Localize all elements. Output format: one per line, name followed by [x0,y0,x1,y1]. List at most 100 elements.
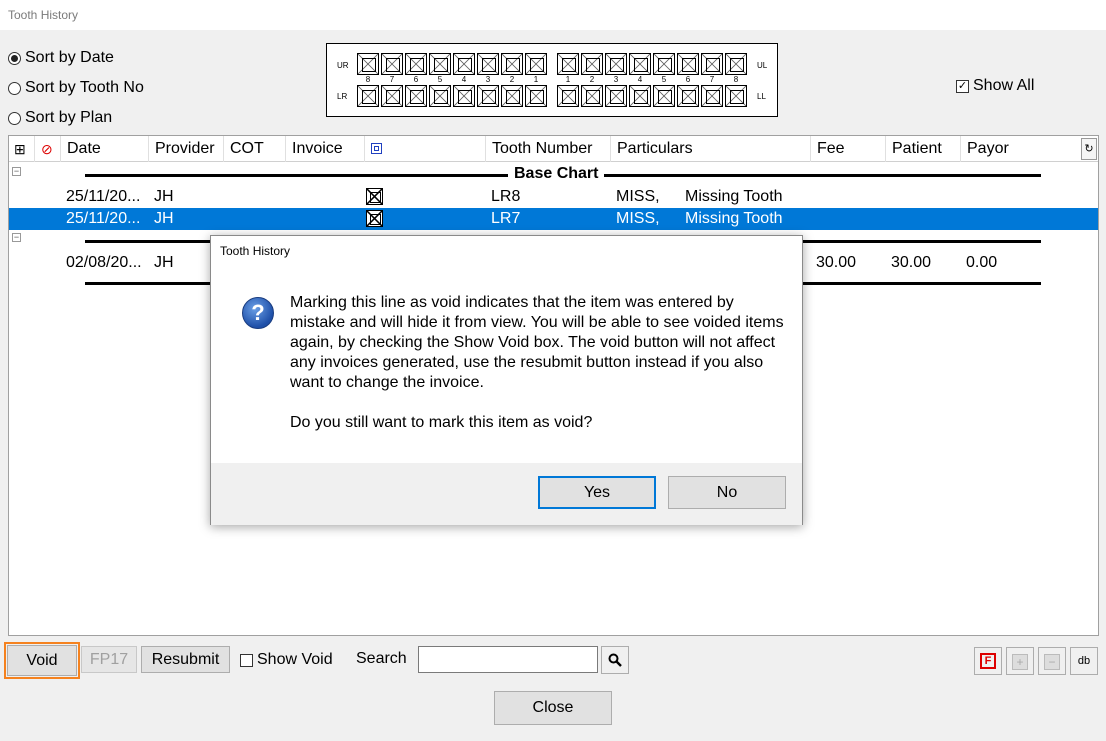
tooth-cell[interactable] [477,53,499,75]
tooth-icon [371,143,382,154]
sort-by-tooth-radio[interactable]: Sort by Tooth No [8,79,144,97]
tooth-cell[interactable] [581,53,603,75]
cell-fee: 30.00 [816,254,857,271]
cell-tooth-number: LR8 [491,188,521,205]
tooth-cell[interactable] [405,53,427,75]
tooth-number-label: 3 [485,75,491,84]
header-particulars[interactable]: Particulars [611,136,811,162]
yes-button[interactable]: Yes [538,476,656,509]
void-confirm-dialog: Tooth History ? Marking this line as voi… [210,235,803,525]
tooth-cell[interactable] [357,53,379,75]
header-cot[interactable]: COT [224,136,286,162]
tooth-cell[interactable] [605,53,627,75]
f-report-icon: F [980,653,996,669]
tooth-cell[interactable] [725,53,747,75]
quadrant-ll-label: LL [757,92,766,101]
header-provider[interactable]: Provider [149,136,224,162]
tooth-cell[interactable] [525,85,547,107]
sort-by-date-radio[interactable]: Sort by Date [8,49,114,67]
close-button[interactable]: Close [494,691,612,725]
tooth-cell[interactable] [725,85,747,107]
tooth-cell[interactable] [653,53,675,75]
sort-by-plan-radio[interactable]: Sort by Plan [8,109,112,127]
radio-selected-icon [8,51,21,65]
cell-description: Missing Tooth [685,210,783,227]
header-patient[interactable]: Patient [886,136,961,162]
tooth-cell[interactable] [429,85,451,107]
tooth-number-label: 5 [661,75,667,84]
tooth-cell[interactable] [477,85,499,107]
cell-payor: 0.00 [966,254,998,271]
tooth-number-label: 5 [437,75,443,84]
tooth-cell[interactable] [557,85,579,107]
tooth-chart[interactable]: UR UL LR LL 8 7 6 5 4 3 2 1 1 2 3 4 5 6 7 8 [326,43,778,117]
header-invoice[interactable]: Invoice [286,136,365,162]
show-all-checkbox[interactable]: ✓ Show All [956,77,1034,95]
header-payor[interactable]: Payor [961,136,1081,162]
resubmit-button[interactable]: Resubmit [141,646,230,673]
tooth-cell[interactable] [357,85,379,107]
db-button[interactable]: db [1070,647,1098,675]
radio-icon [8,81,21,95]
cell-patient: 30.00 [891,254,932,271]
remove-copy-button[interactable]: − [1038,647,1066,675]
show-void-checkbox[interactable]: Show Void [240,651,333,669]
checkbox-icon [240,653,253,667]
tooth-number-label: 1 [565,75,571,84]
void-button[interactable]: Void [7,645,77,676]
cell-date: 02/08/20... [66,254,142,271]
tooth-cell[interactable] [453,53,475,75]
refresh-icon[interactable]: ↻ [1081,138,1097,160]
tooth-cell[interactable] [381,85,403,107]
sort-by-date-label: Sort by Date [25,49,114,66]
collapse-group-icon[interactable]: − [12,233,21,242]
no-button[interactable]: No [668,476,786,509]
tooth-number-label: 4 [461,75,467,84]
dialog-title: Tooth History [220,244,291,258]
tooth-cell[interactable] [677,85,699,107]
cell-date: 25/11/20... [66,188,141,205]
sort-by-plan-label: Sort by Plan [25,109,113,126]
header-tooth-number[interactable]: Tooth Number [486,136,611,162]
cell-provider: JH [154,188,174,205]
tooth-cell[interactable] [501,85,523,107]
tooth-cell[interactable] [629,53,651,75]
tooth-cell[interactable] [677,53,699,75]
show-void-label: Show Void [257,651,333,668]
tooth-cell[interactable] [557,53,579,75]
tooth-cell[interactable] [605,85,627,107]
cell-date: 25/11/20... [66,210,141,227]
tooth-number-label: 6 [413,75,419,84]
tooth-number-label: 3 [613,75,619,84]
dialog-question-text: Do you still want to mark this item as v… [290,414,593,431]
tooth-cell[interactable] [701,85,723,107]
tooth-cell[interactable] [653,85,675,107]
search-input[interactable] [418,646,598,673]
tooth-cell[interactable] [629,85,651,107]
table-row[interactable]: 25/11/20... JH LR8 MISS, Missing Tooth [9,186,1098,208]
tooth-cell[interactable] [581,85,603,107]
add-copy-button[interactable]: + [1006,647,1034,675]
expand-all-icon[interactable]: ⊞ [9,136,35,162]
group-title: Base Chart [508,165,605,183]
cell-tooth-number: LR7 [491,210,521,227]
tooth-cell[interactable] [525,53,547,75]
tooth-cell[interactable] [405,85,427,107]
tooth-number-label: 2 [509,75,515,84]
quadrant-ul-label: UL [757,61,768,70]
tooth-cell[interactable] [429,53,451,75]
fp17-button[interactable]: FP17 [81,646,137,673]
table-row-selected[interactable]: 25/11/20... JH LR7 MISS, Missing Tooth [9,208,1098,230]
search-icon-button[interactable] [601,646,629,674]
header-date[interactable]: Date [61,136,149,162]
tooth-number-label: 1 [533,75,539,84]
tooth-cell[interactable] [381,53,403,75]
f-report-button[interactable]: F [974,647,1002,675]
tooth-cell[interactable] [453,85,475,107]
tooth-cell[interactable] [701,53,723,75]
tooth-cell[interactable] [501,53,523,75]
collapse-group-icon[interactable]: − [12,167,21,176]
remove-copy-icon: − [1044,654,1060,670]
header-tooth-icon[interactable] [365,136,486,162]
header-fee[interactable]: Fee [811,136,886,162]
